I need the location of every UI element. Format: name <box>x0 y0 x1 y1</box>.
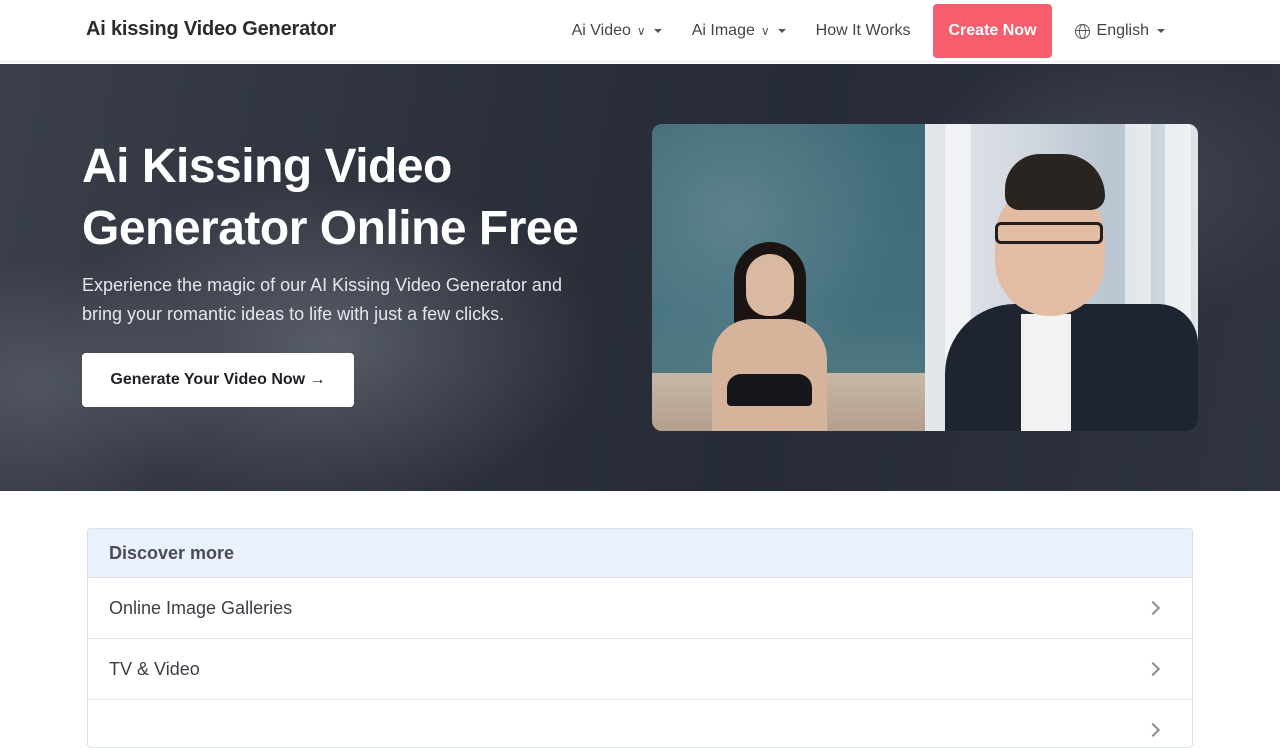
nav-item-ai-image[interactable]: Ai Image ∨ <box>677 0 801 62</box>
hero-section: Ai Kissing Video Generator Online Free E… <box>0 64 1280 491</box>
hero-title: Ai Kissing Video Generator Online Free <box>82 140 579 255</box>
nav-links: Ai Video ∨ Ai Image ∨ How It Works Creat… <box>557 0 1180 62</box>
caret-down-icon <box>777 29 786 33</box>
caret-down-icon <box>653 29 662 33</box>
photo-suit <box>945 304 1198 431</box>
top-navbar: Ai kissing Video Generator Ai Video ∨ Ai… <box>0 0 1280 62</box>
discover-item-label: TV & Video <box>109 658 200 679</box>
language-label: English <box>1096 22 1149 39</box>
chevron-right-icon <box>1145 722 1161 738</box>
create-now-button[interactable]: Create Now <box>933 4 1052 58</box>
chevron-down-icon: ∨ <box>760 24 770 38</box>
photo-hair <box>1005 154 1105 210</box>
chevron-down-icon: ∨ <box>636 24 646 38</box>
nav-item-how-it-works[interactable]: How It Works <box>801 0 926 62</box>
hero-subtitle: Experience the magic of our AI Kissing V… <box>82 275 562 324</box>
brand-logo-text[interactable]: Ai kissing Video Generator <box>86 18 336 41</box>
photo-shirt <box>1021 314 1071 431</box>
hero-preview-image <box>652 124 1198 431</box>
preview-woman-photo <box>652 124 925 431</box>
preview-man-photo <box>925 124 1198 431</box>
chevron-right-icon <box>1145 600 1161 616</box>
nav-item-label: Ai Image <box>691 22 755 39</box>
caret-down-icon <box>1157 29 1165 33</box>
discover-item-tv-video[interactable]: TV & Video <box>88 639 1192 700</box>
globe-icon <box>1074 23 1090 39</box>
photo-face <box>746 254 794 316</box>
discover-item-label: Online Image Galleries <box>109 597 293 618</box>
photo-glasses <box>995 222 1103 244</box>
nav-item-ai-video[interactable]: Ai Video ∨ <box>557 0 677 62</box>
discover-more-panel: Discover more Online Image Galleries TV … <box>87 528 1193 748</box>
discover-item-partial[interactable] <box>88 700 1192 747</box>
chevron-right-icon <box>1145 661 1161 677</box>
photo-top <box>727 374 812 406</box>
nav-item-label: Ai Video <box>571 22 631 39</box>
discover-title: Discover more <box>88 529 1192 578</box>
discover-item-online-image-galleries[interactable]: Online Image Galleries <box>88 578 1192 639</box>
language-selector[interactable]: English <box>1060 0 1180 62</box>
nav-item-label: How It Works <box>815 22 911 39</box>
generate-video-button[interactable]: Generate Your Video Now → <box>82 353 354 407</box>
